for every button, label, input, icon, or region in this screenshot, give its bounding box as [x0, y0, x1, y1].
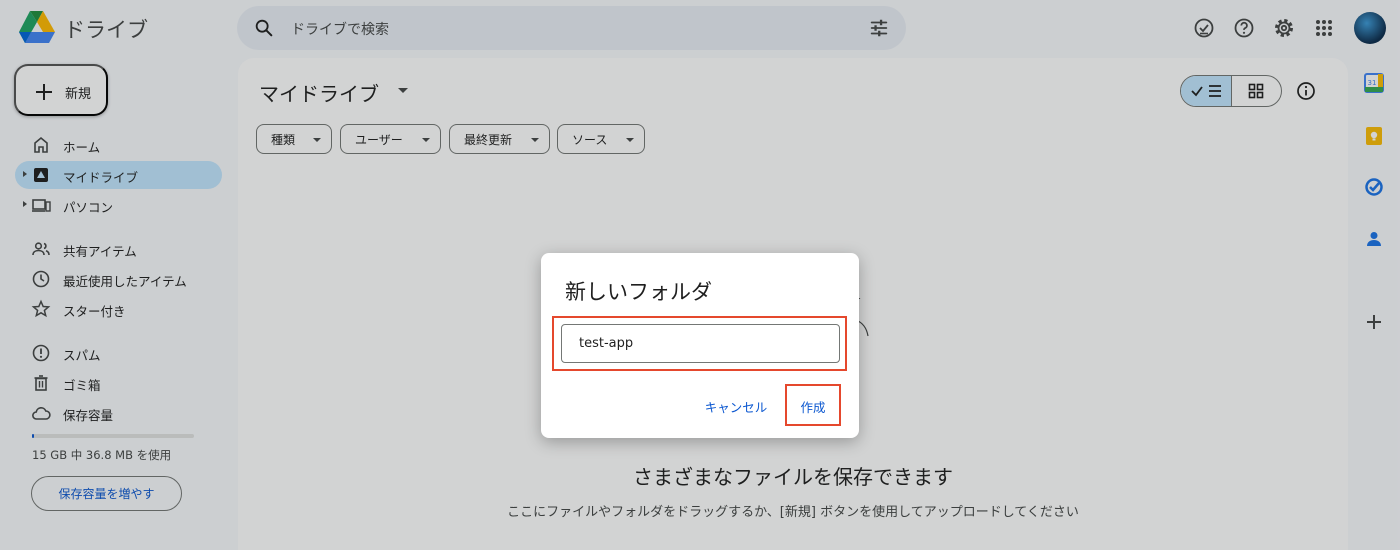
drive-app: ドライブ ドライブで検索 新規 ホーム マイドライブ パソコン 共有アイテム 最… — [0, 0, 1400, 550]
cancel-button[interactable]: キャンセル — [699, 391, 773, 421]
new-folder-dialog: 新しいフォルダ キャンセル 作成 — [541, 253, 859, 438]
dialog-title: 新しいフォルダ — [565, 280, 712, 304]
create-button[interactable]: 作成 — [789, 391, 837, 421]
folder-name-input[interactable] — [561, 324, 840, 363]
